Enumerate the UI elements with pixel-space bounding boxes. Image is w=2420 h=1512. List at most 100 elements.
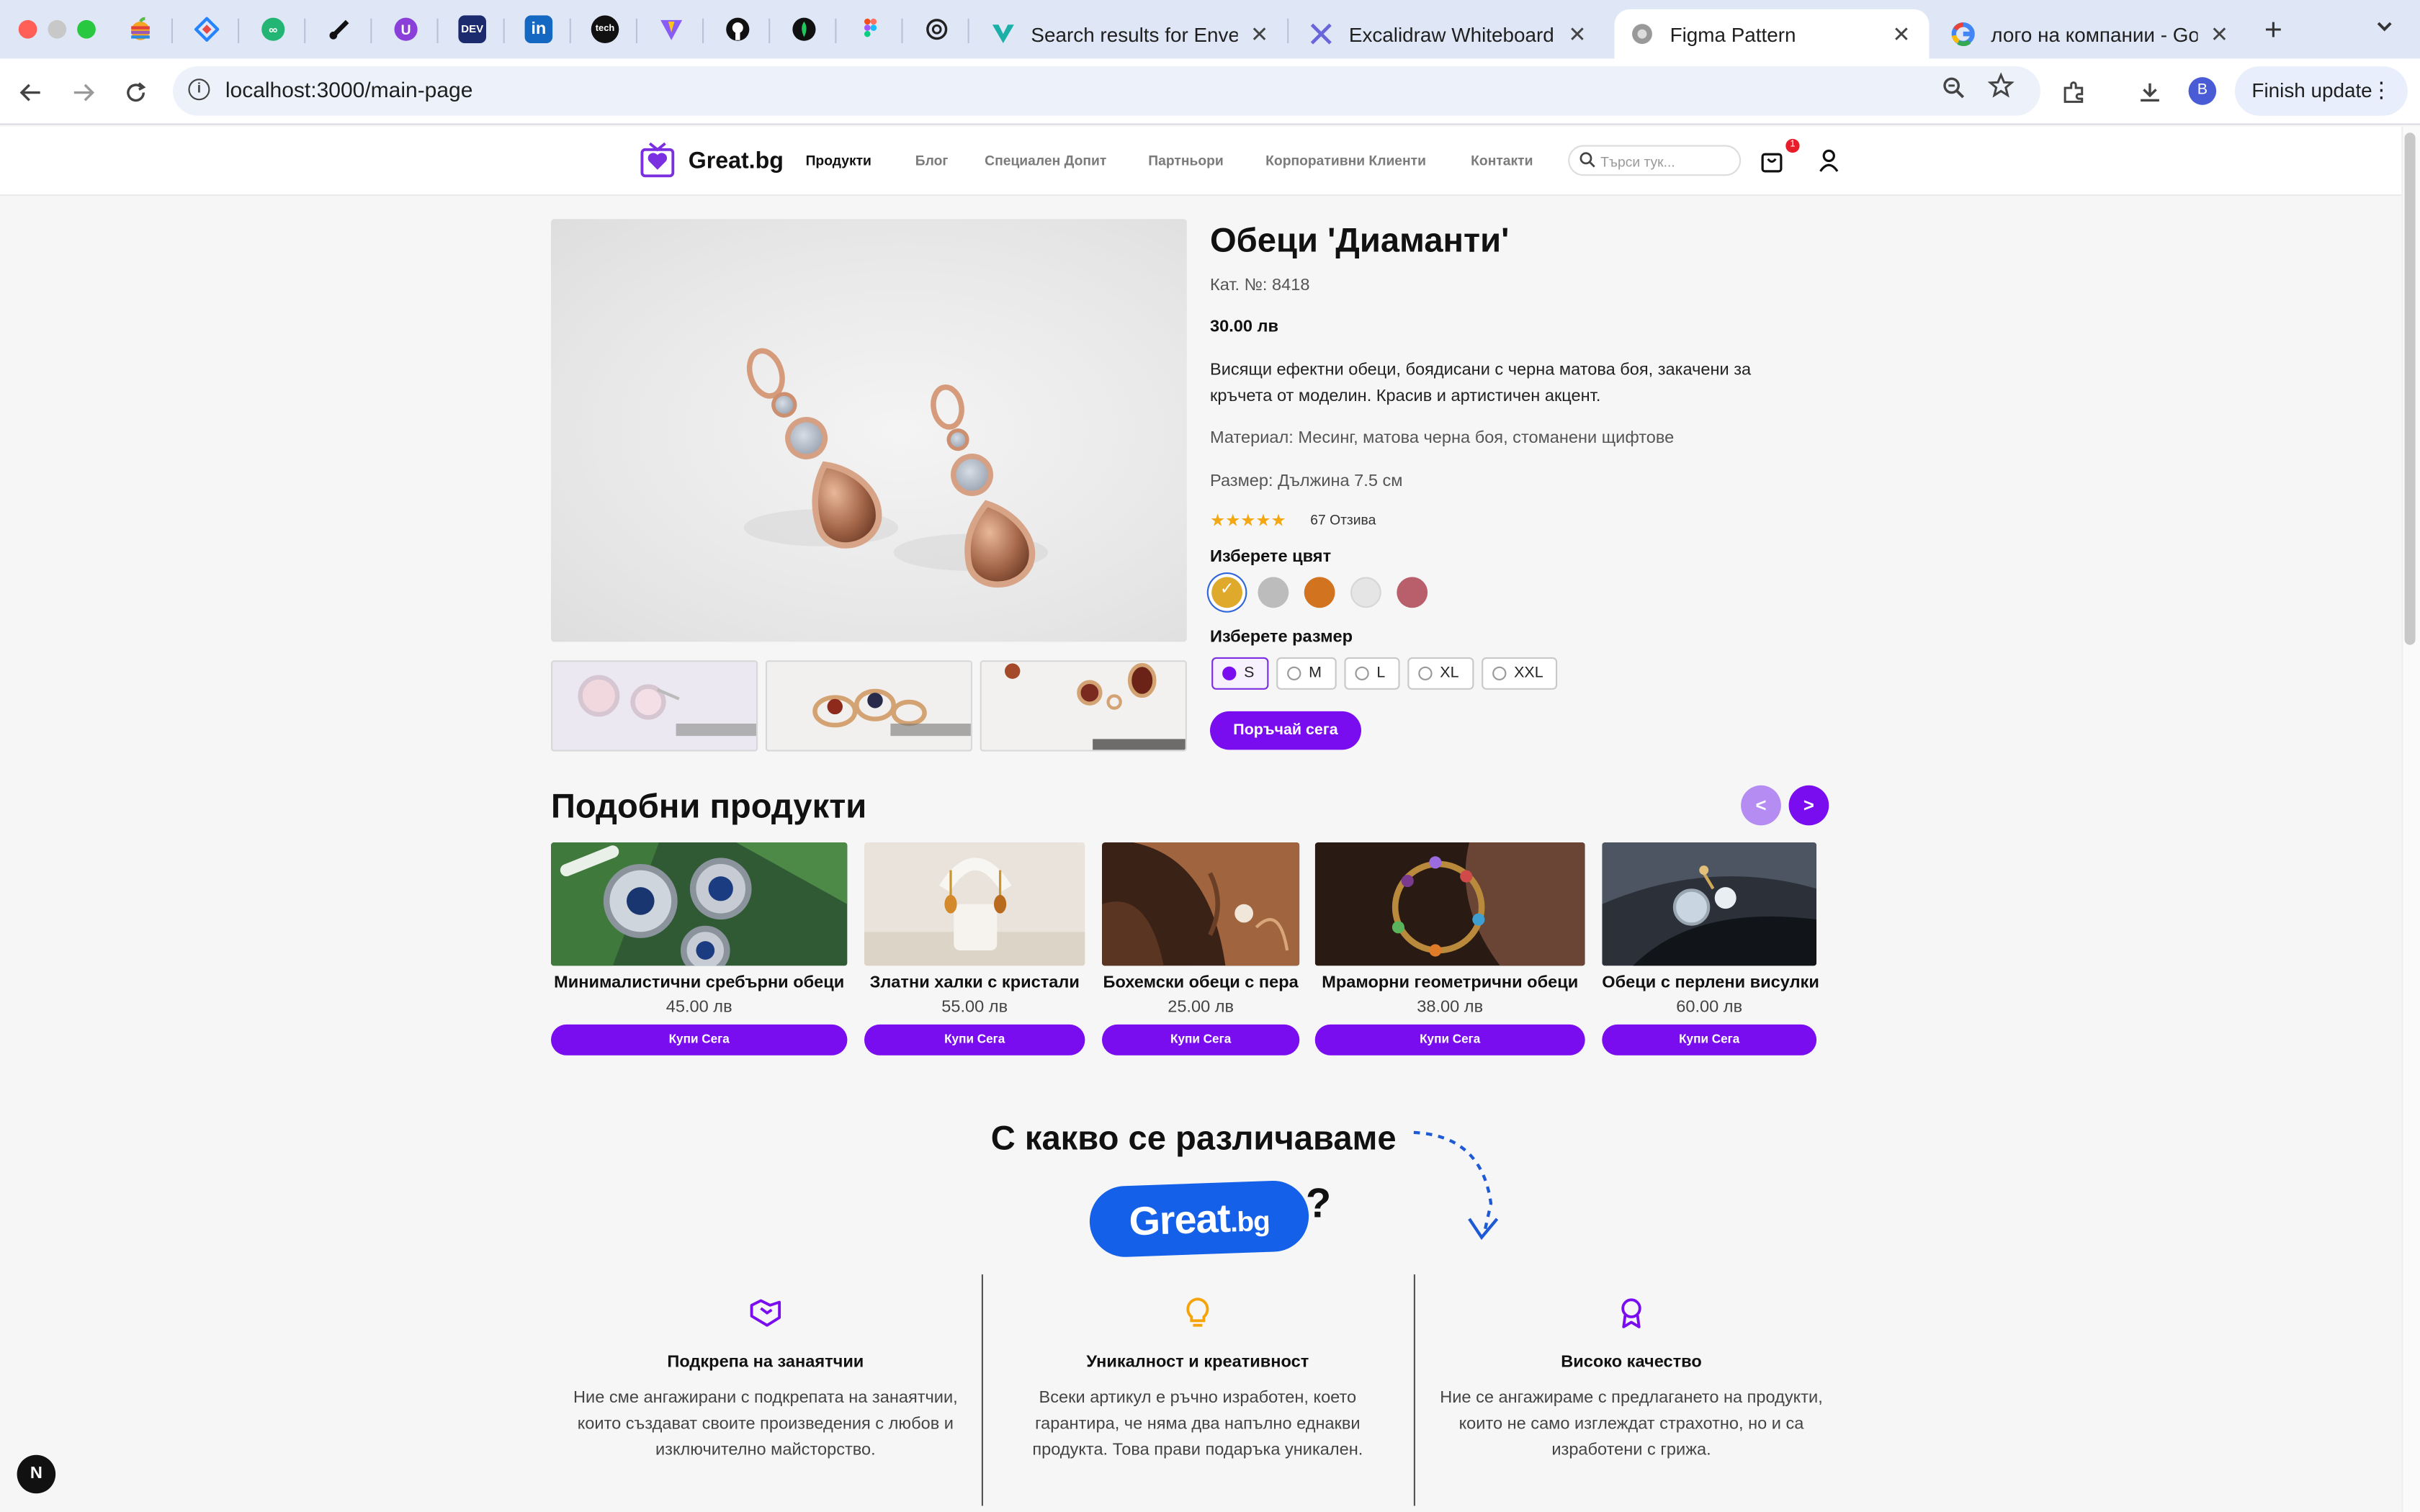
buy-now-button[interactable]: Купи Сега (1602, 1024, 1817, 1056)
tab-search-results[interactable]: Search results for Envelope ✕ (975, 9, 1287, 59)
similar-products-title: Подобни продукти (551, 786, 867, 826)
search-input[interactable] (1600, 151, 1734, 171)
address-bar[interactable]: i localhost:3000/main-page (173, 66, 2040, 116)
nav-contacts[interactable]: Контакти (1471, 153, 1533, 168)
product-card[interactable]: Минималистични сребърни обеци 45.00 лв К… (551, 842, 848, 1056)
nav-products[interactable]: Продукти (806, 153, 871, 168)
more-menu-icon[interactable]: ⋮ (2370, 77, 2392, 103)
finish-update-label: Finish update (2251, 78, 2372, 102)
product-card-image[interactable] (864, 842, 1085, 966)
figma-icon[interactable] (856, 15, 884, 43)
extensions-icon[interactable] (2057, 76, 2091, 109)
product-main-image[interactable] (551, 219, 1187, 642)
buy-now-button[interactable]: Купи Сега (1314, 1024, 1585, 1056)
size-option-xl[interactable]: XL (1407, 657, 1474, 690)
nextjs-dev-badge[interactable]: N (17, 1454, 56, 1494)
gift-heart-logo-icon[interactable] (639, 140, 676, 178)
size-label: XXL (1514, 665, 1543, 683)
product-thumbnail[interactable] (980, 660, 1187, 752)
carousel-prev-button[interactable]: < (1741, 785, 1781, 826)
feature-text: Всеки артикул е ръчно изработен, което г… (1032, 1388, 1363, 1460)
url-text[interactable]: localhost:3000/main-page (225, 77, 473, 102)
brand-name[interactable]: Great.bg (689, 148, 784, 174)
color-swatch-light-gray[interactable] (1350, 577, 1381, 608)
product-thumbnail[interactable] (765, 660, 972, 752)
product-card[interactable]: Обеци с перлени висулки 60.00 лв Купи Се… (1602, 842, 1819, 1056)
site-info-icon[interactable]: i (188, 78, 210, 101)
buy-now-button[interactable]: Купи Сега (864, 1024, 1085, 1056)
close-window-button[interactable] (18, 19, 37, 39)
tab-search-chevron-icon[interactable] (2374, 15, 2396, 41)
tab-google-search[interactable]: лого на компании - Google ✕ (1935, 9, 2247, 59)
size-option-l[interactable]: L (1344, 657, 1400, 690)
jira-icon[interactable] (193, 15, 221, 43)
size-option-xxl[interactable]: XXL (1482, 657, 1558, 690)
color-swatch-gold[interactable]: ✓ (1211, 577, 1242, 608)
product-card-name[interactable]: Златни халки с кристали (864, 973, 1085, 992)
product-card-name[interactable]: Бохемски обеци с пера (1102, 973, 1299, 992)
apple-icon[interactable] (127, 15, 155, 43)
product-card-price: 45.00 лв (666, 998, 732, 1017)
product-thumbnail[interactable] (551, 660, 758, 752)
feature-high-quality: Високо качество Ние се ангажираме с пред… (1430, 1296, 1832, 1464)
reviews-count[interactable]: 67 Отзива (1310, 512, 1376, 527)
nav-special-request[interactable]: Специален Допит (985, 153, 1106, 168)
github-icon[interactable] (724, 15, 752, 43)
reload-button[interactable] (119, 76, 153, 109)
size-option-m[interactable]: M (1276, 657, 1337, 690)
color-swatch-silver[interactable] (1258, 577, 1289, 608)
color-swatch-copper[interactable] (1304, 577, 1335, 608)
carousel-next-button[interactable]: > (1788, 785, 1829, 826)
product-price: 30.00 лв (1210, 318, 1279, 337)
close-tab-icon[interactable]: ✕ (1565, 21, 1590, 47)
mooc-icon[interactable]: ∞ (259, 15, 287, 43)
maximize-window-button[interactable] (77, 19, 96, 39)
product-card[interactable]: Златни халки с кристали 55.00 лв Купи Се… (864, 842, 1085, 1056)
divider (1413, 1274, 1415, 1506)
nav-blog[interactable]: Блог (915, 153, 949, 168)
tech-icon[interactable]: tech (591, 15, 619, 43)
zoom-icon[interactable] (1942, 76, 1966, 105)
product-card-image[interactable] (1314, 842, 1585, 966)
linkedin-icon[interactable]: in (524, 15, 553, 43)
downloads-icon[interactable] (2133, 76, 2166, 109)
shopping-bag-icon[interactable] (1761, 148, 1783, 173)
color-swatch-rose[interactable] (1397, 577, 1428, 608)
buy-now-button[interactable]: Купи Сега (551, 1024, 848, 1056)
order-now-button[interactable]: Поръчай сега (1210, 711, 1361, 750)
product-card-name[interactable]: Обеци с перлени висулки (1602, 973, 1819, 992)
product-card-name[interactable]: Мраморни геометрични обеци (1315, 973, 1585, 992)
radio-icon (1287, 666, 1301, 680)
finish-update-button[interactable]: Finish update ⋮ (2234, 66, 2408, 116)
tab-excalidraw[interactable]: Excalidraw Whiteboard ✕ (1294, 9, 1605, 59)
size-option-s[interactable]: S (1211, 657, 1269, 690)
dev-icon[interactable]: DEV (458, 15, 486, 43)
dataflow-icon[interactable] (326, 15, 354, 43)
mongodb-icon[interactable] (790, 15, 818, 43)
product-card[interactable]: Бохемски обеци с пера 25.00 лв Купи Сега (1102, 842, 1300, 1056)
search-icon (1579, 151, 1596, 173)
user-icon[interactable] (1818, 148, 1839, 173)
close-tab-icon[interactable]: ✕ (2207, 21, 2231, 47)
product-card-name[interactable]: Минималистични сребърни обеци (551, 973, 847, 992)
bookmark-star-icon[interactable] (1987, 72, 2015, 107)
product-card-image[interactable] (551, 842, 848, 966)
nav-partners[interactable]: Партньори (1148, 153, 1223, 168)
back-button[interactable] (14, 76, 48, 109)
profile-avatar[interactable]: B (2188, 77, 2217, 105)
scrollbar-thumb[interactable] (2404, 132, 2416, 645)
forward-button[interactable] (66, 76, 100, 109)
new-tab-button[interactable]: + (2258, 14, 2289, 49)
vite-icon[interactable] (658, 15, 686, 43)
product-card-image[interactable] (1102, 842, 1300, 966)
product-card[interactable]: Мраморни геометрични обеци 38.00 лв Купи… (1314, 842, 1585, 1056)
minimize-window-button[interactable] (48, 19, 67, 39)
upwork-icon[interactable]: U (392, 15, 420, 43)
chatgpt-icon[interactable] (923, 15, 951, 43)
close-tab-icon[interactable]: ✕ (1247, 21, 1271, 47)
buy-now-button[interactable]: Купи Сега (1102, 1024, 1300, 1056)
close-tab-icon[interactable]: ✕ (1889, 21, 1914, 47)
tab-figma-pattern[interactable]: Figma Pattern ✕ (1614, 9, 1930, 59)
product-card-image[interactable] (1602, 842, 1817, 966)
nav-corporate-clients[interactable]: Корпоративни Клиенти (1265, 153, 1426, 168)
